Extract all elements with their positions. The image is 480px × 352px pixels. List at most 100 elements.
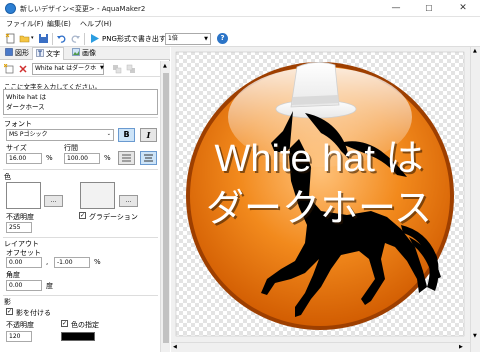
toolbar-separator [84, 33, 85, 45]
open-folder-icon[interactable] [19, 33, 30, 44]
play-icon[interactable] [89, 33, 100, 44]
scroll-left-icon[interactable]: ◀ [173, 344, 177, 350]
tab-shape[interactable]: 図形 [2, 47, 32, 60]
scroll-up-icon[interactable]: ▲ [473, 48, 477, 54]
delete-icon[interactable] [18, 64, 28, 74]
undo-icon[interactable] [56, 33, 67, 44]
shadow-section-title: 影 [4, 298, 11, 306]
canvas-text-line1: White hat は [214, 138, 423, 180]
png-export-button[interactable]: PNG形式で書き出す [102, 32, 166, 46]
add-text-icon[interactable] [4, 64, 14, 74]
move-down-icon[interactable] [126, 64, 136, 74]
scale-select[interactable]: 1倍 ▼ [165, 33, 211, 45]
opacity-input[interactable]: 255 [6, 222, 32, 233]
angle-unit: 度 [46, 282, 53, 290]
italic-button[interactable]: I [140, 128, 157, 142]
gradient-checkbox[interactable]: ✓ [79, 212, 86, 219]
app-icon [5, 3, 16, 14]
new-file-icon[interactable] [5, 33, 16, 44]
design-canvas[interactable]: White hat は White hat は ダークホース ダークホース [171, 47, 470, 342]
text-icon [36, 49, 44, 57]
offset-x-input[interactable]: 0.00 [6, 257, 42, 268]
save-icon[interactable] [38, 33, 49, 44]
bold-button[interactable]: B [118, 128, 135, 142]
close-button[interactable]: ✕ [452, 0, 474, 17]
tab-bar: 図形 文字 画像 [0, 47, 170, 60]
open-dropdown-icon[interactable]: ▾ [31, 35, 34, 41]
canvas-area: White hat は White hat は ダークホース ダークホース [171, 47, 480, 352]
scroll-down-icon[interactable]: ▼ [473, 333, 477, 339]
tab-text[interactable]: 文字 [32, 47, 64, 60]
offset-y-input[interactable]: -1.00 [54, 257, 90, 268]
canvas-vertical-scrollbar[interactable]: ▲ ▼ [470, 47, 480, 352]
divider [3, 295, 158, 296]
opacity-label: 不透明度 [6, 213, 34, 221]
window-title: 新しいデザイン<変更> - AquaMaker2 [20, 5, 146, 13]
color-swatch-1[interactable] [6, 182, 41, 209]
shadow-color-swatch[interactable] [61, 332, 95, 341]
menu-file[interactable]: ファイル(F) [6, 19, 44, 29]
line-spacing-input[interactable]: 100.00 [64, 153, 100, 164]
chevron-down-icon: ▼ [204, 36, 208, 42]
shadow-enable-checkbox[interactable]: ✓ [6, 308, 13, 315]
pane-scroll-thumb[interactable] [163, 73, 169, 343]
tab-image[interactable]: 画像 [69, 47, 99, 60]
shape-icon [5, 48, 13, 56]
shadow-opacity-label: 不透明度 [6, 321, 34, 329]
redo-icon[interactable] [70, 33, 81, 44]
font-select-value: MS Pゴシック [9, 131, 48, 138]
color-swatch-2[interactable] [80, 182, 115, 209]
divider [3, 237, 158, 238]
shadow-color-label: 色の指定 [71, 321, 99, 329]
font-select[interactable]: MS Pゴシック ⌄ [6, 129, 114, 141]
font-section-title: フォント [4, 120, 32, 128]
shadow-color-checkbox[interactable]: ✓ [61, 320, 68, 327]
gradient-label: グラデーション [89, 213, 138, 221]
chevron-down-icon: ⌄ [106, 131, 111, 137]
help-icon[interactable]: ? [217, 33, 228, 44]
pane-scrollbar[interactable]: ▲ [160, 61, 170, 352]
properties-pane: 図形 文字 画像 White hat はダークホ ▼ ここに文字を入力してくださ… [0, 47, 170, 352]
menu-help[interactable]: ヘルプ(H) [80, 19, 112, 29]
layer-toolbar: White hat はダークホ ▼ [0, 61, 160, 77]
image-icon [72, 48, 80, 56]
shadow-opacity-input[interactable]: 120 [6, 331, 32, 342]
menu-bar: ファイル(F) 編集(E) ヘルプ(H) [0, 17, 480, 31]
text-input-line2: ダークホース [6, 103, 45, 111]
title-bar: 新しいデザイン<変更> - AquaMaker2 — ☐ ✕ [0, 0, 480, 17]
move-up-icon[interactable] [112, 64, 122, 74]
align-left-icon[interactable] [118, 151, 135, 165]
divider [3, 117, 158, 118]
angle-label: 角度 [6, 271, 20, 279]
tab-text-label: 文字 [46, 50, 60, 58]
chevron-down-icon[interactable]: ▼ [100, 65, 104, 71]
offset-separator: , [46, 258, 49, 266]
layer-select-value: White hat はダークホ [35, 65, 97, 72]
color-picker-2-button[interactable]: ... [119, 195, 138, 207]
divider [3, 169, 158, 170]
menu-edit[interactable]: 編集(E) [47, 19, 71, 29]
scroll-up-icon[interactable]: ▲ [163, 63, 167, 69]
canvas-horizontal-scrollbar[interactable]: ◀ ▶ [171, 342, 470, 352]
tab-image-label: 画像 [82, 49, 96, 57]
line-spacing-unit: % [104, 154, 111, 162]
color-picker-1-button[interactable]: ... [44, 195, 63, 207]
canvas-text-line2: ダークホース [206, 186, 432, 230]
offset-unit: % [94, 258, 101, 266]
toolbar: ▾ PNG形式で書き出す 1倍 ▼ ? [0, 31, 480, 47]
tab-shape-label: 図形 [15, 49, 29, 57]
color-section-title: 色 [4, 173, 11, 181]
size-input[interactable]: 16.00 [6, 153, 42, 164]
align-center-icon[interactable] [140, 151, 157, 165]
shadow-enable-label: 影を付ける [16, 309, 51, 317]
text-input-line1: White hat は [6, 93, 47, 101]
scale-value: 1倍 [168, 35, 178, 42]
maximize-button[interactable]: ☐ [418, 0, 440, 17]
size-label: サイズ [6, 144, 27, 152]
text-input[interactable]: White hat は ダークホース [3, 89, 158, 115]
size-unit: % [46, 154, 53, 162]
angle-input[interactable]: 0.00 [6, 280, 42, 291]
layer-select[interactable]: White hat はダークホ [32, 63, 104, 75]
scroll-right-icon[interactable]: ▶ [459, 344, 463, 350]
minimize-button[interactable]: — [385, 0, 407, 17]
